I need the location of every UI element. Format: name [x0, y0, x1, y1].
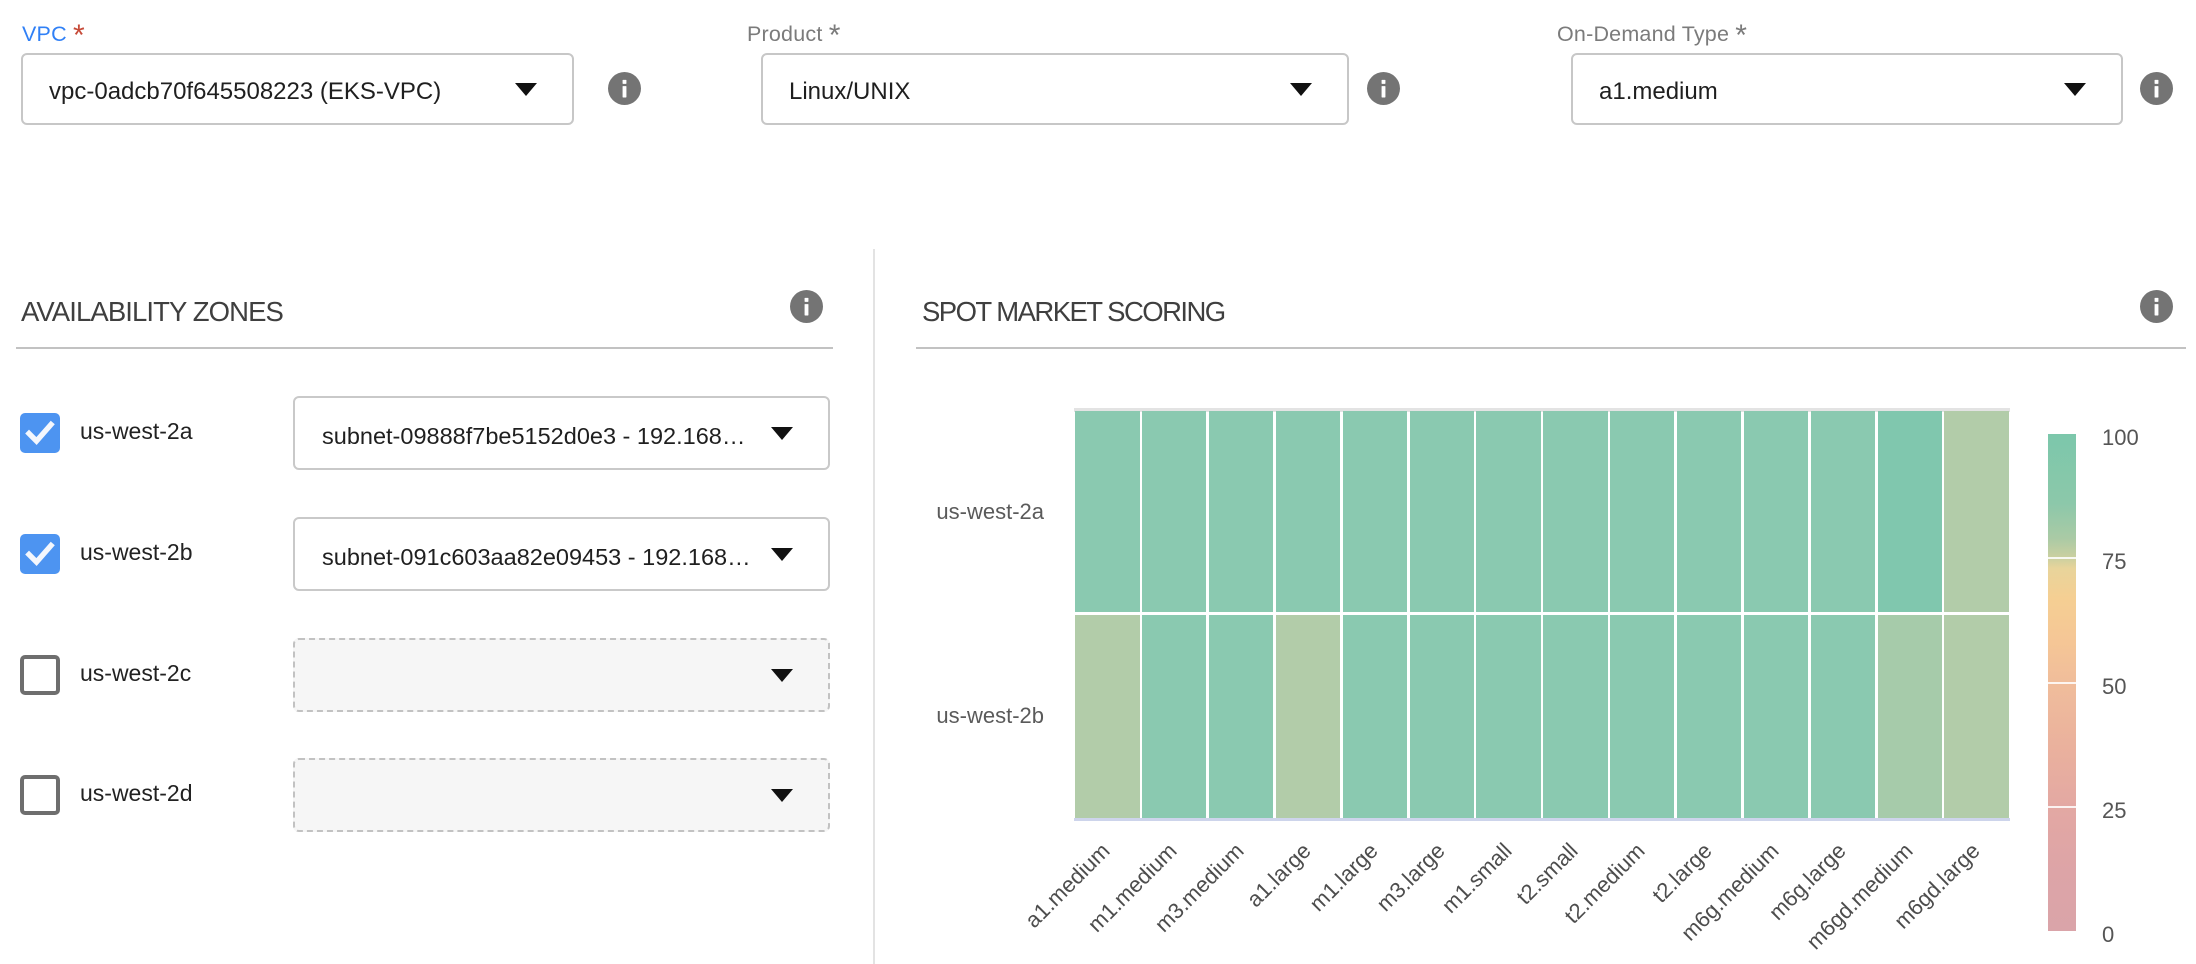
vertical-divider	[873, 249, 875, 964]
heatmap-cell[interactable]	[1276, 411, 1340, 612]
availability-zones-title: AVAILABILITY ZONES	[21, 295, 283, 329]
page: VPC * vpc-0adcb70f645508223 (EKS-VPC) Pr…	[0, 0, 2196, 964]
heatmap-cell[interactable]	[1410, 615, 1474, 818]
info-circle-icon	[2140, 72, 2173, 105]
spot-market-info-icon[interactable]	[2140, 290, 2173, 323]
subnet-select[interactable]: subnet-091c603aa82e09453 - 192.168…	[293, 517, 830, 591]
heatmap-bottom-axis-line	[1074, 818, 2010, 822]
checkbox-unchecked[interactable]	[20, 775, 60, 815]
heatmap-cell[interactable]	[1677, 411, 1741, 612]
zone-name: us-west-2a	[80, 411, 192, 451]
heatmap-cell[interactable]	[1744, 411, 1808, 612]
dropdown-caret-icon	[771, 669, 793, 682]
heatmap-cell[interactable]	[1410, 411, 1474, 612]
colorbar-tick	[2048, 806, 2076, 808]
colorbar-tick-label: 100	[2102, 423, 2139, 453]
product-info-icon[interactable]	[1367, 72, 1400, 105]
dropdown-caret-icon	[2064, 83, 2086, 96]
required-asterisk: *	[829, 19, 841, 52]
spot-market-title: SPOT MARKET SCORING	[922, 295, 1225, 329]
zone-name: us-west-2d	[80, 773, 192, 813]
colorbar-tick-label: 75	[2102, 547, 2126, 577]
heatmap-cell[interactable]	[1543, 411, 1607, 612]
field-label-text: Product	[747, 22, 823, 46]
required-asterisk: *	[73, 19, 85, 52]
colorbar-tick	[2048, 557, 2076, 559]
ondemand-type-select-value: a1.medium	[1599, 58, 1718, 126]
vpc-info-icon[interactable]	[608, 72, 641, 105]
dropdown-caret-icon	[515, 83, 537, 96]
heatmap-column-label: m3.large	[1371, 838, 1450, 917]
info-circle-icon	[608, 72, 641, 105]
heatmap-cell[interactable]	[1744, 615, 1808, 818]
dropdown-caret-icon	[771, 427, 793, 440]
spot-market-divider	[916, 347, 2186, 349]
check-icon	[20, 413, 60, 453]
heatmap-cell[interactable]	[1878, 411, 1942, 612]
zone-name: us-west-2c	[80, 653, 191, 693]
subnet-select-value: subnet-091c603aa82e09453 - 192.168…	[322, 522, 751, 592]
checkbox-checked[interactable]	[20, 413, 60, 453]
vpc-label: VPC *	[22, 20, 85, 48]
availability-zones-info-icon[interactable]	[790, 290, 823, 323]
heatmap-column-label: a1.large	[1242, 838, 1317, 913]
field-label-text: On-Demand Type	[1557, 22, 1729, 46]
ondemand-type-select[interactable]: a1.medium	[1571, 53, 2123, 125]
heatmap-cell[interactable]	[1075, 411, 1139, 612]
heatmap-cell[interactable]	[1142, 411, 1206, 612]
product-select-value: Linux/UNIX	[789, 58, 910, 126]
ondemand-type-label: On-Demand Type *	[1557, 20, 1747, 48]
subnet-select[interactable]	[293, 638, 830, 712]
heatmap-cell[interactable]	[1811, 615, 1875, 818]
required-asterisk: *	[1735, 19, 1747, 52]
info-circle-icon	[2140, 290, 2173, 323]
zone-name: us-west-2b	[80, 532, 192, 572]
checkbox-unchecked[interactable]	[20, 655, 60, 695]
heatmap-cell[interactable]	[1343, 411, 1407, 612]
checkbox-checked[interactable]	[20, 534, 60, 574]
dropdown-caret-icon	[771, 789, 793, 802]
colorbar-tick	[2048, 682, 2076, 684]
heatmap-cell[interactable]	[1476, 411, 1540, 612]
heatmap-cell[interactable]	[1878, 615, 1942, 818]
info-circle-icon	[1367, 72, 1400, 105]
product-label: Product *	[747, 20, 841, 48]
ondemand-type-info-icon[interactable]	[2140, 72, 2173, 105]
product-select[interactable]: Linux/UNIX	[761, 53, 1349, 125]
heatmap-cell[interactable]	[1343, 615, 1407, 818]
subnet-select[interactable]: subnet-09888f7be5152d0e3 - 192.168…	[293, 396, 830, 470]
subnet-select-value: subnet-09888f7be5152d0e3 - 192.168…	[322, 401, 745, 471]
vpc-select-value: vpc-0adcb70f645508223 (EKS-VPC)	[49, 58, 441, 126]
heatmap-cell[interactable]	[1476, 615, 1540, 818]
dropdown-caret-icon	[1290, 83, 1312, 96]
heatmap-cell[interactable]	[1610, 615, 1674, 818]
heatmap-cell[interactable]	[1610, 411, 1674, 612]
heatmap-column-label: m1.small	[1436, 838, 1517, 919]
colorbar-tick-label: 50	[2102, 672, 2126, 702]
colorbar-tick-label: 0	[2102, 920, 2114, 950]
heatmap-cell[interactable]	[1142, 615, 1206, 818]
colorbar-tick-label: 25	[2102, 796, 2126, 826]
heatmap-cell[interactable]	[1944, 615, 2008, 818]
heatmap-cell[interactable]	[1677, 615, 1741, 818]
dropdown-caret-icon	[771, 548, 793, 561]
field-label-text: VPC	[22, 22, 67, 46]
heatmap-row-label: us-west-2a	[754, 496, 1044, 528]
heatmap-cell[interactable]	[1209, 615, 1273, 818]
heatmap-cell[interactable]	[1209, 411, 1273, 612]
availability-zones-divider	[16, 347, 833, 349]
heatmap-column-label: m1.large	[1304, 838, 1383, 917]
check-icon	[20, 534, 60, 574]
heatmap-cell[interactable]	[1075, 615, 1139, 818]
heatmap-cell[interactable]	[1543, 615, 1607, 818]
heatmap-cell[interactable]	[1276, 615, 1340, 818]
subnet-select[interactable]	[293, 758, 830, 832]
vpc-select[interactable]: vpc-0adcb70f645508223 (EKS-VPC)	[21, 53, 574, 125]
info-circle-icon	[790, 290, 823, 323]
heatmap-cell[interactable]	[1811, 411, 1875, 612]
heatmap-cell[interactable]	[1944, 411, 2008, 612]
heatmap-row-label: us-west-2b	[754, 700, 1044, 732]
